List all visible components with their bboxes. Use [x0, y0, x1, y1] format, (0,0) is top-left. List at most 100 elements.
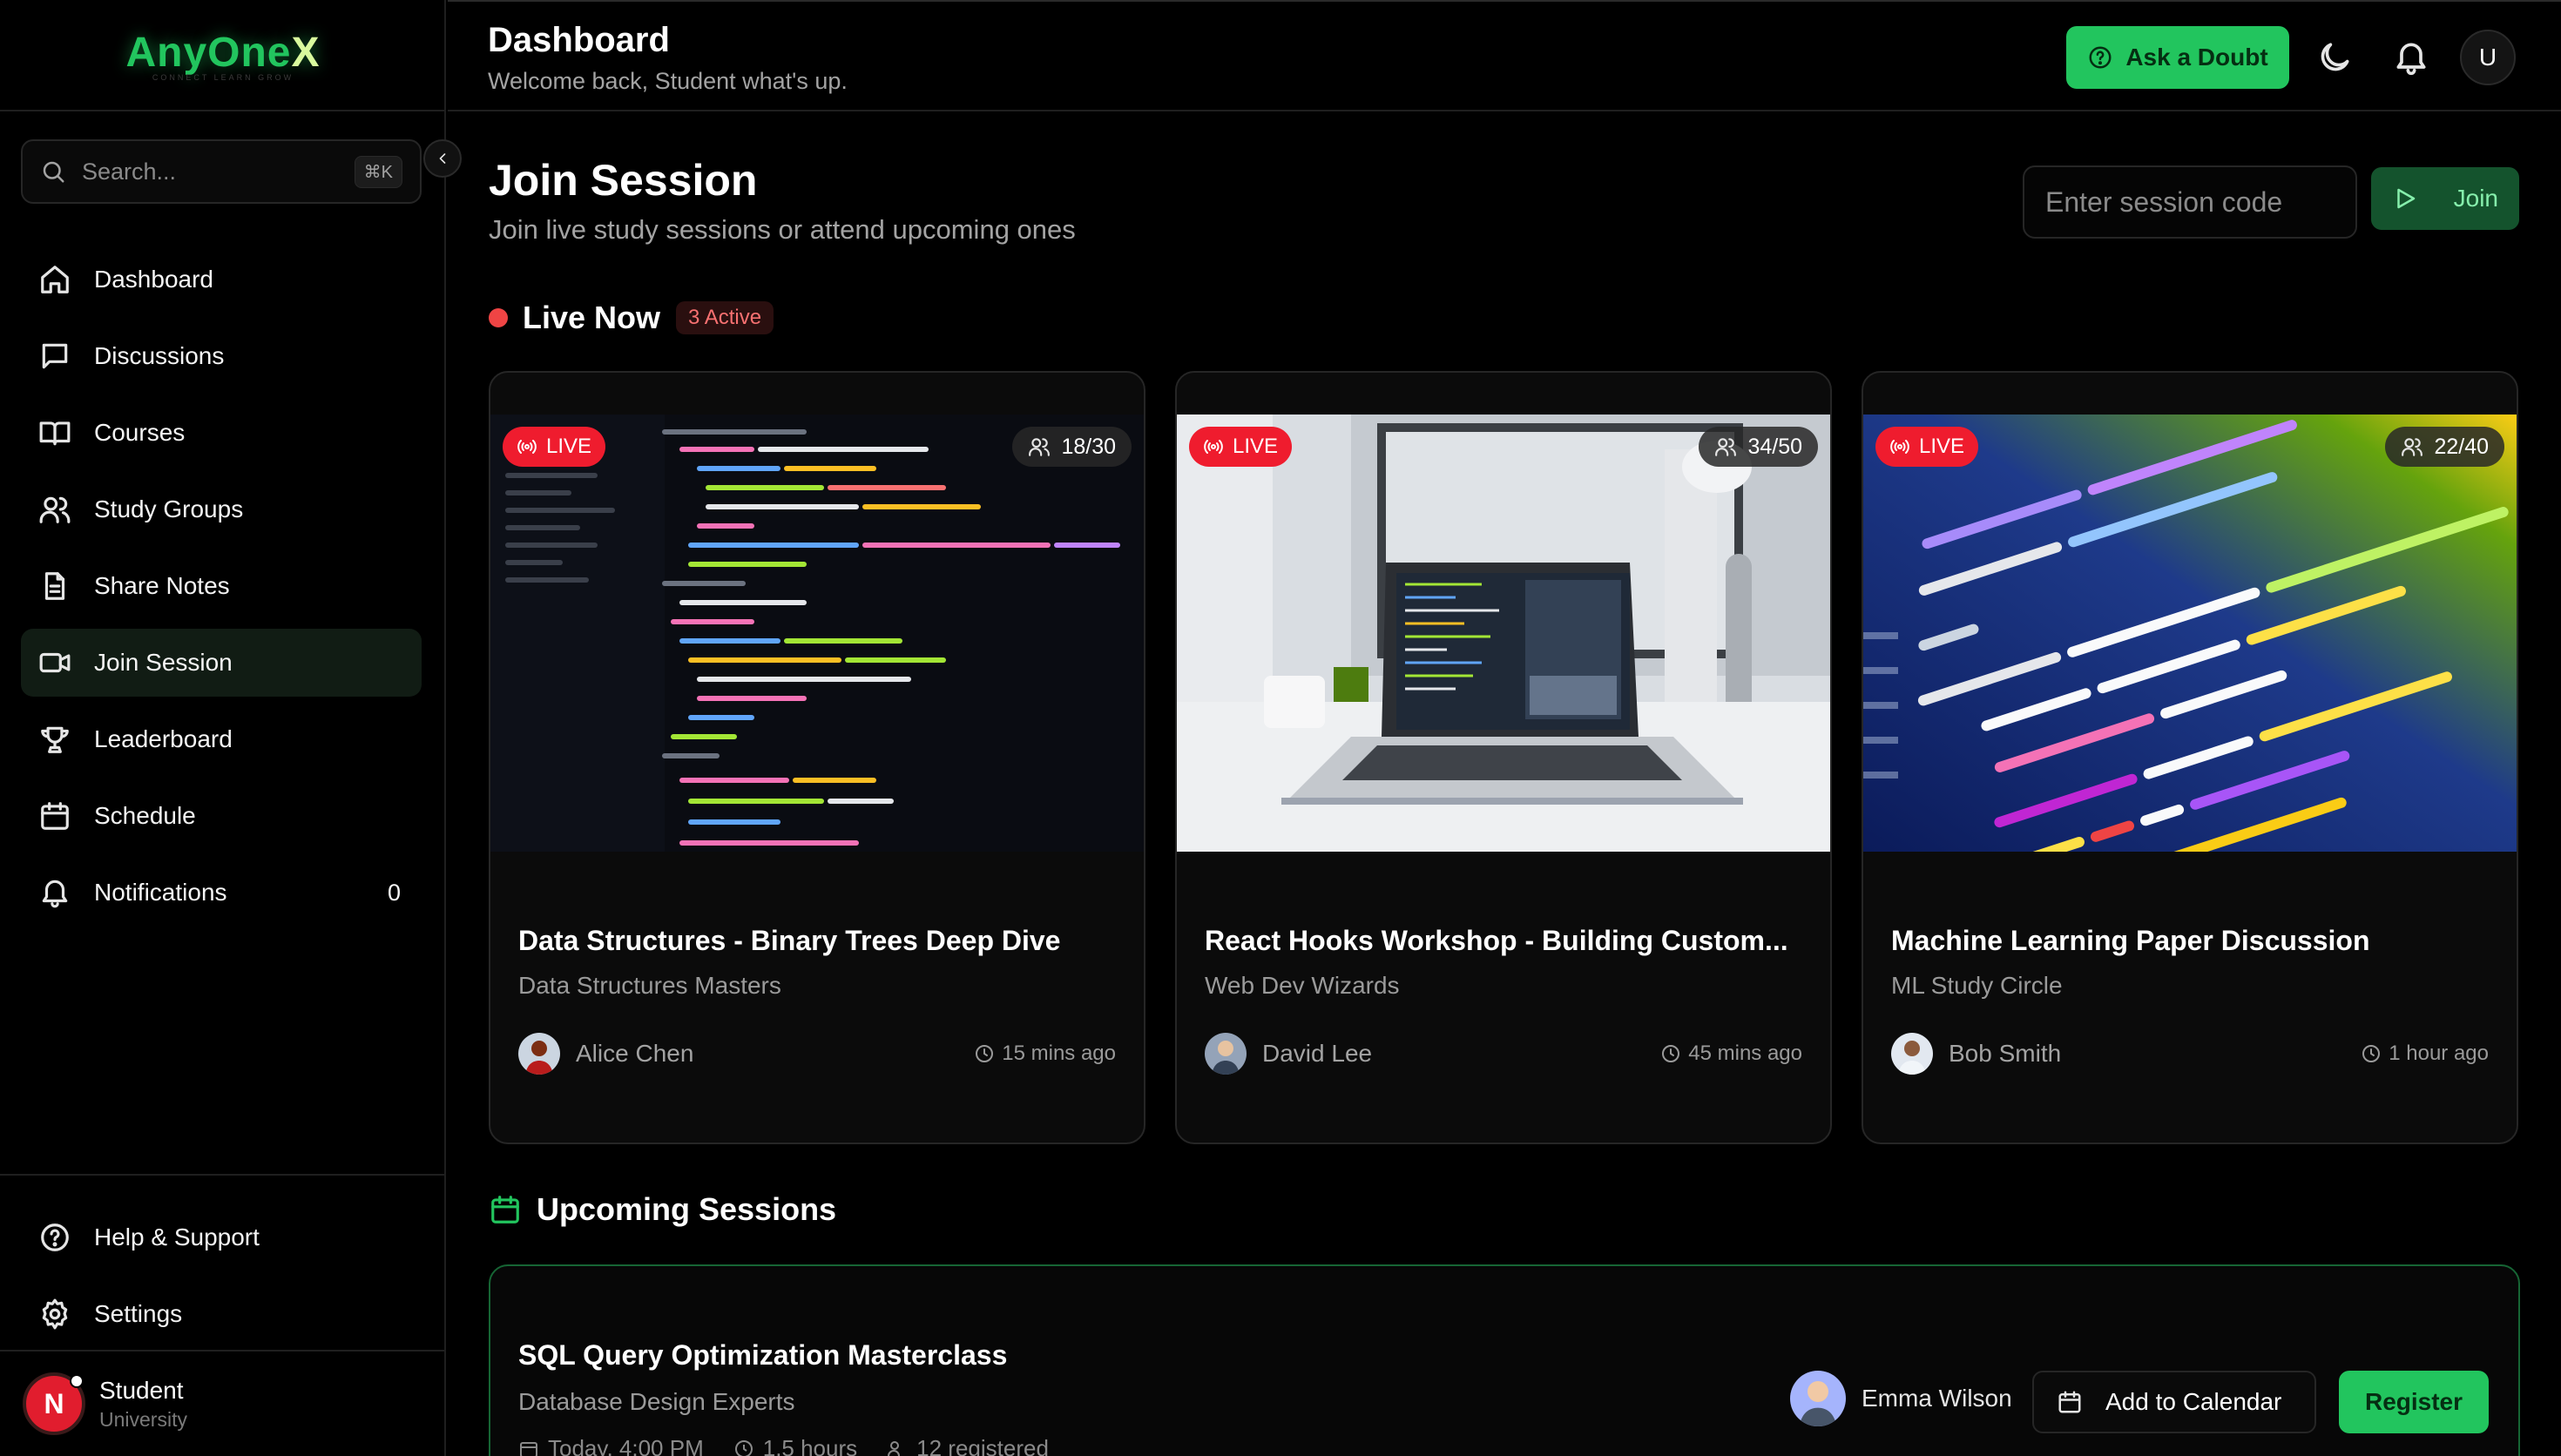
moon-icon[interactable]	[2315, 38, 2354, 77]
bell-icon	[42, 880, 68, 908]
top-header: Dashboard Welcome back, Student what's u…	[448, 0, 2561, 111]
user-name: Student	[99, 1376, 184, 1404]
sidebar: AnyOneX CONNECT LEARN GROW Search... ⌘K …	[0, 0, 462, 1456]
session-group: ML Study Circle	[1891, 972, 2063, 999]
sidebar-item-courses[interactable]: Courses	[21, 399, 422, 467]
broadcast-icon	[517, 440, 537, 454]
users-icon	[1029, 438, 1051, 456]
clock-icon	[734, 1439, 753, 1456]
sidebar-item-label: Courses	[94, 419, 186, 446]
sidebar-collapse-button[interactable]	[423, 139, 462, 178]
host-avatar	[1891, 1033, 1933, 1075]
session-title: React Hooks Workshop - Building Custom..…	[1205, 925, 1788, 956]
users-icon	[1715, 438, 1737, 456]
session-code-input[interactable]	[2023, 165, 2357, 239]
session-time: 45 mins ago	[1660, 1041, 1802, 1066]
user-profile[interactable]: N Student University	[0, 1350, 446, 1456]
sidebar-item-label: Notifications	[94, 879, 227, 906]
session-thumbnail	[1177, 415, 1830, 852]
host-avatar	[518, 1033, 560, 1075]
book-open-icon	[39, 421, 71, 446]
participant-count: 18/30	[1012, 427, 1132, 467]
chevron-left-icon	[439, 153, 446, 164]
live-session-card[interactable]: LIVE 34/50 React Hooks Workshop - Buildi…	[1175, 371, 1832, 1144]
live-now-title: Live Now	[523, 300, 661, 335]
help-circle-icon	[41, 1223, 69, 1251]
session-thumbnail	[490, 415, 1144, 852]
upcoming-session-card[interactable]: SQL Query Optimization Masterclass Datab…	[489, 1264, 2520, 1456]
sidebar-item-label: Join Session	[94, 649, 233, 676]
search-shortcut: ⌘K	[354, 155, 402, 188]
brand-tagline: CONNECT LEARN GROW	[152, 72, 294, 82]
users-icon	[2402, 438, 2423, 456]
sidebar-item-label: Schedule	[94, 802, 196, 829]
ask-doubt-button[interactable]: Ask a Doubt	[2066, 26, 2289, 89]
sidebar-item-help-support[interactable]: Help & Support	[21, 1203, 425, 1271]
welcome-message: Welcome back, Student what's up.	[488, 68, 848, 94]
sidebar-item-discussions[interactable]: Discussions	[21, 322, 422, 390]
clock-icon	[976, 1045, 994, 1062]
session-title: SQL Query Optimization Masterclass	[518, 1339, 1008, 1371]
notification-count: 0	[387, 879, 401, 906]
join-button[interactable]: Join	[2371, 167, 2519, 230]
live-badge: LIVE	[1875, 427, 1979, 467]
user-subtitle: University	[99, 1407, 187, 1431]
session-host: Emma Wilson	[1790, 1371, 2012, 1426]
section-title: Join Session	[489, 156, 758, 205]
active-count-badge: 3 Active	[676, 301, 774, 334]
status-indicator	[70, 1374, 84, 1388]
user-avatar: N	[23, 1372, 85, 1435]
session-thumbnail	[1863, 415, 2517, 852]
live-session-card[interactable]: LIVE 18/30 Data Structures - Binary Tree…	[489, 371, 1145, 1144]
sidebar-item-notifications[interactable]: Notifications 0	[21, 859, 422, 927]
message-square-icon	[42, 343, 68, 369]
sidebar-item-settings[interactable]: Settings	[21, 1280, 425, 1348]
broadcast-icon	[1204, 440, 1223, 454]
ask-doubt-label: Ask a Doubt	[2125, 44, 2268, 71]
sidebar-item-share-notes[interactable]: Share Notes	[21, 552, 422, 620]
host-name: David Lee	[1262, 1040, 1373, 1067]
sidebar-item-label: Settings	[94, 1300, 183, 1327]
page-title: Dashboard	[488, 21, 670, 59]
brand-logo[interactable]: AnyOneX CONNECT LEARN GROW	[0, 0, 446, 111]
avatar[interactable]: U	[2460, 30, 2516, 85]
bell-icon[interactable]	[2392, 38, 2430, 77]
session-host: David Lee	[1205, 1033, 1372, 1075]
sidebar-item-join-session[interactable]: Join Session	[21, 629, 422, 697]
sidebar-item-label: Share Notes	[94, 572, 230, 599]
users-icon	[888, 1440, 901, 1456]
users-icon	[39, 496, 71, 523]
live-indicator	[489, 308, 508, 327]
sidebar-item-label: Discussions	[94, 342, 225, 369]
sidebar-item-leaderboard[interactable]: Leaderboard	[21, 705, 422, 773]
sidebar-footer-nav: Help & Support Settings	[0, 1174, 446, 1357]
sidebar-item-study-groups[interactable]: Study Groups	[21, 475, 422, 543]
sidebar-item-schedule[interactable]: Schedule	[21, 782, 422, 850]
session-title: Data Structures - Binary Trees Deep Dive	[518, 925, 1061, 956]
file-text-icon	[44, 572, 65, 600]
participant-count: 22/40	[2385, 427, 2504, 467]
calendar-icon	[41, 802, 69, 830]
sidebar-item-label: Dashboard	[94, 266, 213, 293]
session-duration: 1.5 hours	[733, 1435, 857, 1456]
sidebar-item-dashboard[interactable]: Dashboard	[21, 246, 422, 313]
session-date: Today, 4:00 PM	[518, 1435, 704, 1456]
broadcast-icon	[1890, 440, 1909, 454]
laptop-desk-image	[1177, 415, 1830, 852]
search-icon	[43, 161, 64, 183]
search-input[interactable]: Search...	[82, 158, 355, 185]
colorful-code-image	[1863, 415, 2517, 852]
host-name: Bob Smith	[1949, 1040, 2062, 1067]
session-host: Alice Chen	[518, 1033, 693, 1075]
live-badge: LIVE	[503, 427, 606, 467]
search-box[interactable]: Search... ⌘K	[21, 139, 422, 204]
live-badge: LIVE	[1189, 427, 1293, 467]
live-session-card[interactable]: LIVE 22/40 Machine Learning Paper Discus…	[1862, 371, 2518, 1144]
host-name: Emma Wilson	[1862, 1385, 2012, 1412]
clock-icon	[1662, 1045, 1680, 1062]
session-group: Data Structures Masters	[518, 972, 781, 999]
add-to-calendar-button[interactable]: Add to Calendar	[2032, 1371, 2316, 1433]
video-icon	[39, 652, 71, 673]
register-button[interactable]: Register	[2339, 1371, 2489, 1433]
session-title: Machine Learning Paper Discussion	[1891, 925, 2370, 956]
